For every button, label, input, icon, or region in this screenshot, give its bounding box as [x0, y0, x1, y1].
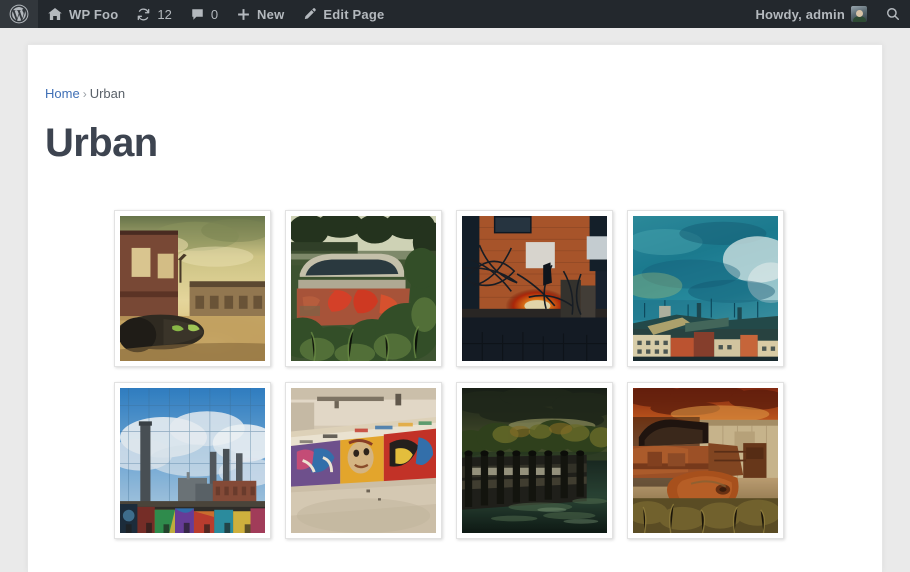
- gallery-item-abandoned-red-van-overgrown[interactable]: [285, 210, 442, 367]
- edit-page-label: Edit Page: [323, 6, 385, 22]
- gallery-item-wooden-pier-stormy-water[interactable]: [456, 382, 613, 539]
- new-content-label: New: [257, 6, 285, 22]
- gallery-thumbnail: [120, 216, 265, 361]
- gallery-item-teal-sky-city-skyline[interactable]: [627, 210, 784, 367]
- image-gallery: [114, 210, 814, 539]
- gallery-thumbnail: [462, 216, 607, 361]
- gallery-thumbnail: [291, 216, 436, 361]
- breadcrumb-home-link[interactable]: Home: [45, 86, 80, 101]
- breadcrumb-current: Urban: [89, 86, 126, 101]
- site-name-label: WP Foo: [69, 6, 119, 22]
- adminbar-right-group: Howdy, admin: [746, 0, 910, 28]
- gallery-item-rusted-abandoned-truck[interactable]: [627, 382, 784, 539]
- adminbar-wp-logo[interactable]: [0, 0, 38, 28]
- gallery-item-graffiti-mural-wall[interactable]: [285, 382, 442, 539]
- page-title: Urban: [45, 121, 158, 165]
- page-inner: Home › Urban Urban: [28, 45, 882, 539]
- gallery-thumbnail: [633, 216, 778, 361]
- home-icon: [47, 6, 63, 22]
- gallery-item-brick-warehouse-graffiti-tank[interactable]: [114, 210, 271, 367]
- gallery-item-power-station-chimneys-graffiti[interactable]: [114, 382, 271, 539]
- wp-admin-bar: WP Foo 12 0 New Edit Page Howdy, admin: [0, 0, 910, 28]
- breadcrumb: Home › Urban: [45, 87, 882, 100]
- search-icon: [885, 6, 901, 22]
- adminbar-new-content[interactable]: New: [227, 0, 293, 28]
- adminbar-search[interactable]: [876, 0, 910, 28]
- breadcrumb-separator: ›: [82, 87, 87, 101]
- adminbar-site-name[interactable]: WP Foo: [38, 0, 127, 28]
- adminbar-my-account[interactable]: Howdy, admin: [746, 0, 876, 28]
- gallery-item-barbed-wire-glowing-light[interactable]: [456, 210, 613, 367]
- gallery-thumbnail: [633, 388, 778, 533]
- wordpress-logo-icon: [9, 4, 29, 24]
- comments-count: 0: [210, 6, 219, 22]
- adminbar-edit-page[interactable]: Edit Page: [293, 0, 393, 28]
- adminbar-updates[interactable]: 12: [127, 0, 180, 28]
- plus-icon: [236, 7, 251, 22]
- pencil-icon: [302, 7, 317, 22]
- updates-count: 12: [157, 6, 172, 22]
- adminbar-spacer: [393, 0, 746, 28]
- user-avatar: [851, 6, 867, 22]
- gallery-thumbnail: [462, 388, 607, 533]
- adminbar-comments[interactable]: 0: [181, 0, 227, 28]
- updates-icon: [136, 7, 151, 22]
- page-content-card: Home › Urban Urban: [27, 44, 883, 572]
- howdy-label: Howdy, admin: [755, 6, 845, 22]
- comment-bubble-icon: [190, 7, 205, 22]
- gallery-thumbnail: [120, 388, 265, 533]
- gallery-thumbnail: [291, 388, 436, 533]
